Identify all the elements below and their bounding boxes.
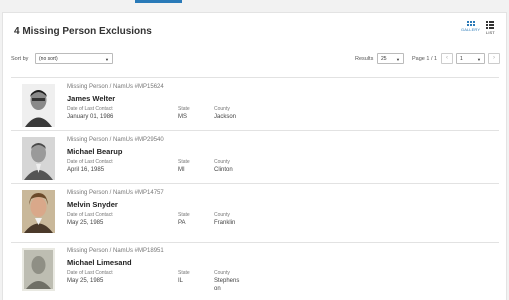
state-value: IL <box>178 278 184 284</box>
person-name[interactable]: James Welter <box>67 94 115 103</box>
county-value: Stephenson <box>214 278 240 292</box>
chevron-left-icon: ‹ <box>446 55 448 61</box>
person-photo <box>22 84 55 127</box>
person-card[interactable]: Missing Person / NamUs #MP15624 James We… <box>11 77 499 130</box>
next-page-button[interactable]: › <box>488 53 500 64</box>
chevron-down-icon: ▼ <box>477 57 481 62</box>
results-select-value: 25 <box>381 56 387 62</box>
case-number: Missing Person / NamUs #MP18951 <box>67 248 164 254</box>
chevron-down-icon: ▼ <box>105 57 109 62</box>
grid-icon <box>466 21 475 26</box>
person-name[interactable]: Melvin Snyder <box>67 200 118 209</box>
page-indicator: Page 1 / 1 <box>412 56 438 62</box>
page-select-value: 1 <box>460 56 463 62</box>
date-value: April 16, 1985 <box>67 167 105 173</box>
chevron-down-icon: ▼ <box>396 57 400 62</box>
gallery-view-label: GALLERY <box>461 27 481 32</box>
date-value: May 25, 1985 <box>67 278 104 284</box>
state-label: State <box>178 159 190 165</box>
state-value: MS <box>178 114 187 120</box>
county-label: County <box>214 212 230 218</box>
date-label: Date of Last Contact <box>67 159 113 165</box>
list-icon <box>486 21 495 29</box>
state-label: State <box>178 106 190 112</box>
person-photo <box>22 190 55 233</box>
list-view-label: LIST <box>486 30 495 35</box>
person-name[interactable]: Michael Bearup <box>67 147 122 156</box>
sort-select-value: (no sort) <box>39 56 58 62</box>
case-number: Missing Person / NamUs #MP29540 <box>67 137 164 143</box>
date-value: January 01, 1986 <box>67 114 114 120</box>
state-value: PA <box>178 220 186 226</box>
chevron-right-icon: › <box>493 55 495 61</box>
results-per-page-select[interactable]: 25 ▼ <box>377 53 404 64</box>
county-label: County <box>214 270 230 276</box>
person-card[interactable]: Missing Person / NamUs #MP14757 Melvin S… <box>11 183 499 242</box>
case-number: Missing Person / NamUs #MP14757 <box>67 190 164 196</box>
date-label: Date of Last Contact <box>67 212 113 218</box>
person-photo <box>22 137 55 180</box>
results-label: Results <box>355 56 374 62</box>
county-label: County <box>214 159 230 165</box>
person-name[interactable]: Michael Limesand <box>67 258 132 267</box>
sort-select[interactable]: (no sort) ▼ <box>35 53 113 64</box>
state-label: State <box>178 212 190 218</box>
list-view-button[interactable]: LIST <box>486 21 495 35</box>
previous-page-button[interactable]: ‹ <box>441 53 453 64</box>
county-value: Clinton <box>214 167 233 173</box>
county-label: County <box>214 106 230 112</box>
page-title: 4 Missing Person Exclusions <box>14 26 152 37</box>
state-label: State <box>178 270 190 276</box>
gallery-view-button[interactable]: GALLERY <box>461 21 480 32</box>
person-card[interactable]: Missing Person / NamUs #MP29540 Michael … <box>11 130 499 183</box>
sort-by-label: Sort by <box>11 56 29 62</box>
date-value: May 25, 1985 <box>67 220 104 226</box>
date-label: Date of Last Contact <box>67 270 113 276</box>
date-label: Date of Last Contact <box>67 106 113 112</box>
active-tab-indicator <box>135 0 182 3</box>
person-photo <box>22 248 55 291</box>
case-number: Missing Person / NamUs #MP15624 <box>67 84 164 90</box>
page-select[interactable]: 1 ▼ <box>456 53 485 64</box>
person-card[interactable]: Missing Person / NamUs #MP18951 Michael … <box>11 242 499 300</box>
state-value: MI <box>178 167 185 173</box>
county-value: Franklin <box>214 220 236 226</box>
county-value: Jackson <box>214 114 237 120</box>
